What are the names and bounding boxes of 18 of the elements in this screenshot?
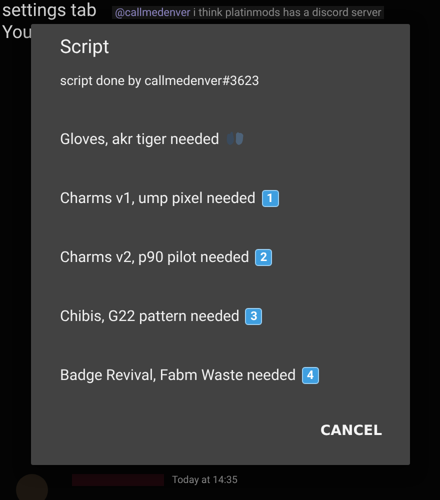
message-time: Today at 14:35 (172, 474, 238, 486)
script-option[interactable]: Chibis, G22 pattern needed (60, 307, 240, 325)
number-keycap: 4 (302, 366, 319, 384)
script-option[interactable]: Charms v1, ump pixel needed (60, 189, 256, 207)
number-keycap: 1 (262, 190, 279, 206)
script-option[interactable]: Charms v2, p90 pilot needed (60, 248, 250, 266)
dialog-title: Script (60, 35, 110, 59)
chat-message-text: You (2, 22, 32, 44)
number-keycap: 3 (245, 308, 262, 324)
chat-message-text: settings tab (2, 0, 97, 22)
script-option[interactable]: Gloves, akr tiger needed (60, 130, 220, 148)
dialog-subtitle: script done by callmedenver#3623 (60, 74, 260, 90)
number-keycap: 2 (255, 248, 272, 266)
avatar (16, 474, 48, 500)
mention-message: @callmedenver i think platinmods has a discord server (112, 6, 384, 19)
gloves-icon (225, 131, 246, 147)
script-option[interactable]: Badge Revival, Fabm Waste needed (60, 366, 296, 384)
cancel-button[interactable]: CANCEL (310, 415, 392, 447)
